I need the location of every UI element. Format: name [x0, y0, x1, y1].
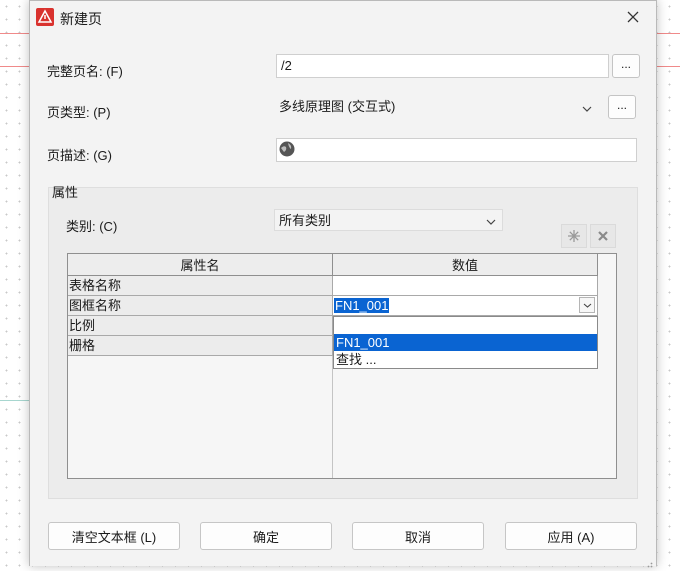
resize-grip-icon[interactable] [645, 556, 653, 568]
full-page-name-input[interactable]: /2 [276, 54, 609, 78]
property-grid: 属性名 数值 表格名称 图框名称 FN1_001 比例 栅格 FN1_001 查… [67, 253, 617, 479]
globe-icon[interactable] [278, 140, 296, 158]
property-name-cell[interactable]: 栅格 [68, 336, 333, 356]
canvas-guide-line [657, 33, 680, 34]
category-select[interactable]: 所有类别 [274, 209, 503, 231]
chevron-down-icon [486, 214, 496, 230]
value-dropdown-list: FN1_001 查找 ... [333, 316, 598, 369]
apply-button[interactable]: 应用 (A) [505, 522, 637, 550]
delete-icon [598, 231, 608, 241]
new-page-dialog: 新建页 完整页名: (F) /2 ... 页类型: (P) 多线原理图 (交互式… [29, 0, 657, 568]
dropdown-option[interactable] [334, 317, 597, 334]
property-name-cell[interactable]: 图框名称 [68, 296, 333, 316]
value-dropdown-button[interactable] [579, 297, 595, 313]
property-name-cell[interactable]: 比例 [68, 316, 333, 336]
new-property-button[interactable] [561, 224, 587, 248]
column-header-value[interactable]: 数值 [333, 254, 598, 276]
close-button[interactable] [618, 5, 648, 29]
title-bar: 新建页 [30, 1, 656, 33]
full-page-name-browse-button[interactable]: ... [612, 54, 640, 78]
selected-value-text: FN1_001 [334, 298, 390, 313]
dropdown-option-selected[interactable]: FN1_001 [334, 334, 597, 351]
property-value-cell[interactable] [333, 276, 598, 296]
page-type-label: 页类型: (P) [47, 105, 111, 120]
category-label: 类别: (C) [66, 219, 118, 234]
page-type-value: 多线原理图 (交互式) [279, 99, 396, 114]
properties-group-title: 属性 [52, 185, 79, 200]
page-description-input[interactable] [276, 138, 637, 162]
app-logo-icon [36, 8, 54, 26]
dropdown-option-search[interactable]: 查找 ... [334, 351, 597, 368]
canvas-guide-line [0, 400, 29, 401]
canvas-guide-line [657, 66, 680, 67]
canvas-guide-line [0, 66, 29, 67]
property-value-editor[interactable]: FN1_001 [333, 296, 598, 316]
full-page-name-label: 完整页名: (F) [47, 64, 123, 79]
clear-textbox-button[interactable]: 清空文本框 (L) [48, 522, 180, 550]
cancel-button[interactable]: 取消 [352, 522, 484, 550]
delete-property-button[interactable] [590, 224, 616, 248]
chevron-down-icon [583, 303, 591, 308]
grid-empty-area [68, 356, 333, 478]
page-type-select[interactable]: 多线原理图 (交互式) [274, 95, 599, 119]
category-value: 所有类别 [279, 213, 332, 228]
property-name-cell[interactable]: 表格名称 [68, 276, 333, 296]
dialog-title: 新建页 [60, 11, 102, 27]
close-icon [627, 11, 639, 23]
chevron-down-icon [582, 101, 592, 117]
ok-button[interactable]: 确定 [200, 522, 332, 550]
page-type-browse-button[interactable]: ... [608, 95, 636, 119]
canvas-guide-line [0, 33, 29, 34]
page-description-label: 页描述: (G) [47, 148, 112, 163]
asterisk-icon [568, 230, 580, 242]
column-header-name[interactable]: 属性名 [68, 254, 333, 276]
